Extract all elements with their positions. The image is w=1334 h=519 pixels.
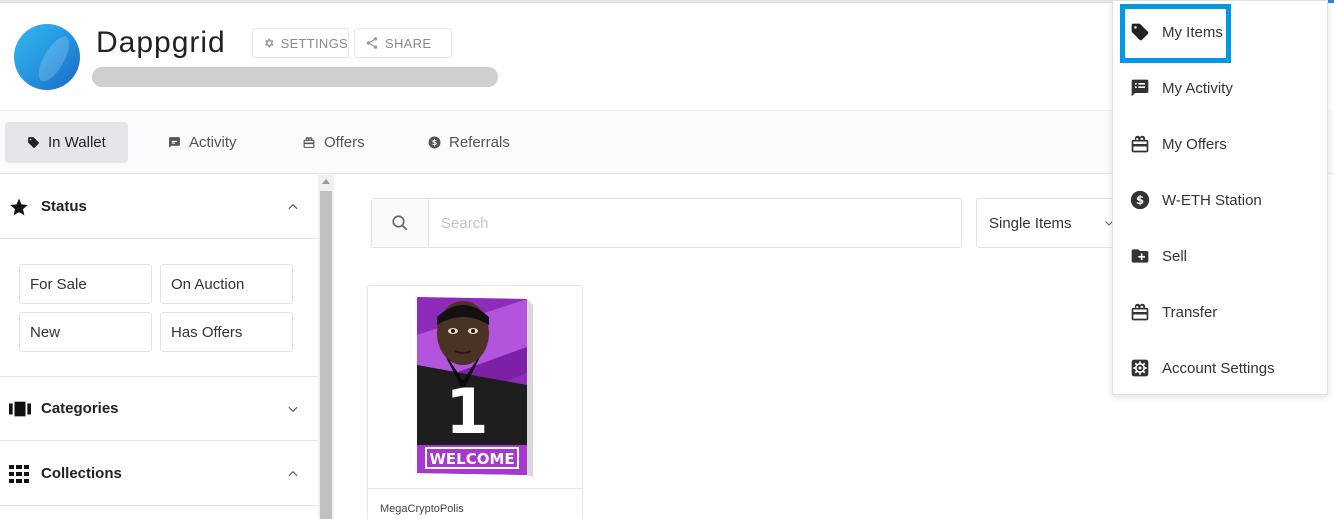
search-box (371, 198, 962, 248)
filter-has-offers[interactable]: Has Offers (160, 312, 293, 352)
scroll-up-arrow[interactable] (322, 179, 330, 184)
share-label: SHARE (385, 35, 432, 51)
menu-item-label: Transfer (1162, 303, 1218, 321)
tag-icon (28, 137, 39, 148)
filter-for-sale[interactable]: For Sale (19, 264, 152, 304)
categories-title: Categories (41, 400, 119, 417)
tag-icon (1131, 23, 1149, 41)
menu-item-label: Sell (1162, 247, 1188, 265)
chevron-up-icon (288, 203, 298, 209)
share-icon (366, 37, 378, 49)
collections-filter-header[interactable]: Collections (0, 442, 318, 506)
menu-item-account-settings[interactable]: Account Settings (1113, 340, 1327, 396)
chevron-down-icon (288, 406, 298, 412)
menu-item-transfer[interactable]: Transfer (1113, 284, 1327, 340)
filter-new[interactable]: New (19, 312, 152, 352)
tab-in-wallet[interactable]: In Wallet (5, 122, 128, 163)
star-icon (10, 198, 28, 215)
folder-plus-icon (1131, 249, 1149, 263)
search-button[interactable] (372, 199, 429, 247)
menu-item-my-items[interactable]: My Items (1113, 4, 1327, 60)
gear-icon (265, 38, 274, 48)
item-type-select[interactable]: Single Items (976, 198, 1126, 248)
gift-icon (303, 137, 315, 148)
scroll-thumb[interactable] (320, 191, 332, 519)
svg-text:$: $ (1136, 193, 1144, 207)
status-title: Status (41, 198, 87, 215)
tab-label: Referrals (449, 134, 510, 151)
chat-icon (169, 137, 180, 148)
menu-item-label: Account Settings (1162, 359, 1275, 377)
item-artwork: 1 WELCOME (417, 297, 533, 477)
settings-label: SETTINGS (280, 35, 348, 51)
tab-label: Activity (189, 134, 237, 151)
tab-label: In Wallet (48, 134, 106, 151)
item-card[interactable]: 1 WELCOME MegaCryptoPolis (367, 285, 583, 519)
status-filter-header[interactable]: Status (0, 175, 318, 239)
categories-filter-header[interactable]: Categories (0, 377, 318, 441)
list-chat-icon (1131, 79, 1149, 97)
share-button[interactable]: SHARE (354, 28, 452, 58)
menu-item-my-offers[interactable]: My Offers (1113, 116, 1327, 172)
menu-item-label: W-ETH Station (1162, 191, 1262, 209)
collections-title: Collections (41, 465, 122, 482)
filter-sidebar: Status For Sale On Auction New Has Offer… (0, 175, 318, 519)
gift-icon (1131, 135, 1149, 153)
item-type-value: Single Items (989, 214, 1072, 232)
profile-avatar (14, 24, 80, 90)
profile-name: Dappgrid (96, 26, 226, 59)
art-number: 1 (445, 375, 488, 448)
tab-referrals[interactable]: $ Referrals (428, 122, 510, 163)
filter-on-auction[interactable]: On Auction (160, 264, 293, 304)
status-filter-options: For Sale On Auction New Has Offers (0, 240, 318, 377)
search-icon (392, 215, 408, 231)
menu-item-label: My Items (1162, 23, 1223, 41)
tab-activity[interactable]: Activity (168, 122, 237, 163)
tab-label: Offers (324, 134, 365, 151)
gift-icon (1131, 303, 1149, 321)
chevron-up-icon (288, 470, 298, 476)
art-banner: WELCOME (429, 450, 514, 468)
menu-item-weth-station[interactable]: $ W-ETH Station (1113, 172, 1327, 228)
svg-text:$: $ (432, 138, 437, 147)
redacted-wallet-address (92, 67, 498, 87)
dollar-circle-icon: $ (1130, 190, 1150, 210)
columns-icon (9, 401, 31, 416)
tab-offers[interactable]: Offers (302, 122, 365, 163)
gear-icon (1131, 359, 1149, 377)
menu-item-label: My Activity (1162, 79, 1233, 97)
grid-icon (9, 464, 29, 483)
menu-item-sell[interactable]: Sell (1113, 228, 1327, 284)
account-dropdown-menu: My Items My Activity My Offers $ W-ETH S… (1112, 0, 1328, 395)
dollar-circle-icon: $ (428, 136, 441, 149)
item-collection-name: MegaCryptoPolis (380, 503, 464, 515)
sidebar-scrollbar[interactable] (318, 175, 334, 519)
settings-button[interactable]: SETTINGS (252, 28, 349, 58)
item-card-footer: MegaCryptoPolis (368, 488, 582, 519)
search-input[interactable] (429, 199, 961, 247)
menu-item-my-activity[interactable]: My Activity (1113, 60, 1327, 116)
menu-item-label: My Offers (1162, 135, 1227, 153)
